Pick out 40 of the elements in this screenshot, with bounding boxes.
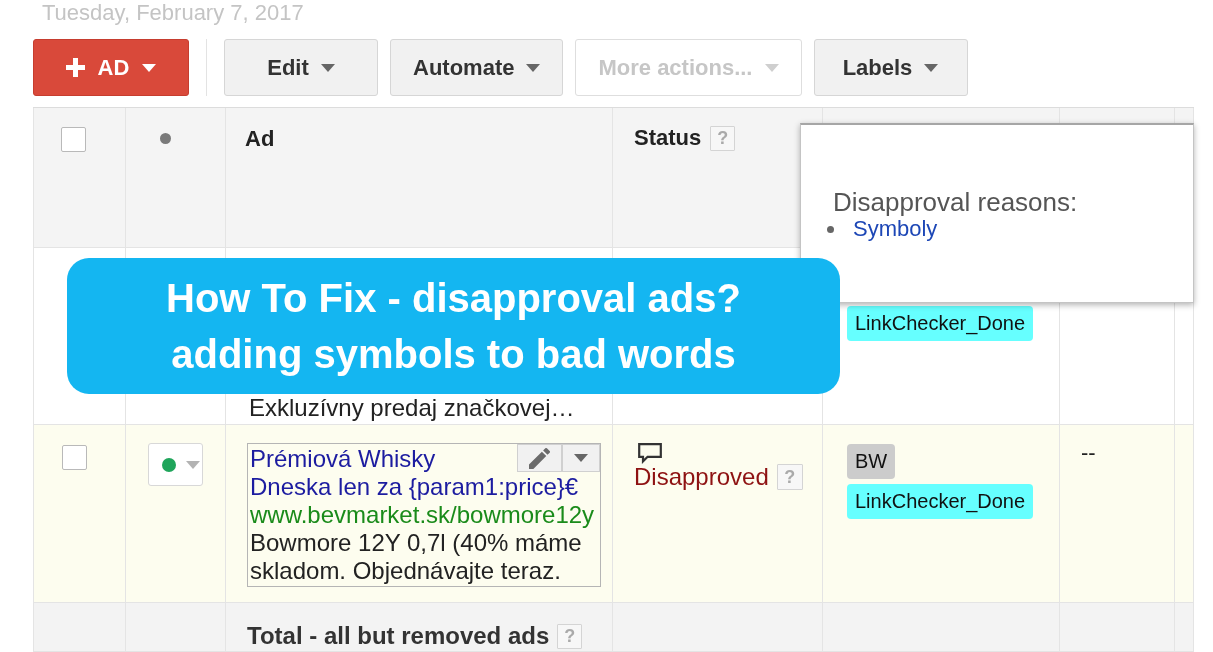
checkbox[interactable] — [61, 127, 86, 152]
caret-icon — [526, 63, 541, 72]
popup-heading: Disapproval reasons: — [833, 188, 1078, 216]
dot-icon — [160, 133, 171, 144]
table-cell — [1175, 603, 1194, 652]
bullet-icon — [827, 225, 834, 233]
total-label: Total - all but removed ads — [247, 622, 550, 650]
caret-icon — [574, 454, 588, 462]
add-button[interactable]: AD — [33, 39, 189, 96]
ad-description: Exkluzívny predaj značkovej… — [249, 396, 575, 420]
pencil-icon — [529, 447, 550, 469]
caret-icon — [186, 460, 200, 469]
ad-headline: Prémiová Whisky — [250, 445, 436, 473]
column-header[interactable]: Status — [634, 125, 702, 151]
banner-title: How To Fix - disapproval ads? — [166, 275, 741, 322]
label-tag: LinkChecker_Done — [847, 484, 1034, 519]
date-text: Tuesday, February 7, 2017 — [42, 0, 304, 25]
banner-title: adding symbols to bad words — [171, 331, 736, 378]
caret-icon — [320, 63, 335, 72]
label-tag: LinkChecker_Done — [847, 306, 1034, 341]
plus-icon — [65, 58, 85, 77]
dropdown-button[interactable]: Edit — [224, 39, 378, 96]
menu-button[interactable] — [562, 444, 600, 472]
caret-icon — [924, 63, 939, 72]
cell-text: -- — [1081, 440, 1096, 466]
column-header[interactable]: Ad — [245, 126, 275, 152]
status-text: Disapproved — [634, 464, 769, 490]
checkbox[interactable] — [62, 445, 87, 470]
reason-link[interactable]: Symboly — [853, 216, 938, 242]
caret-icon — [764, 63, 779, 72]
speech-bubble-icon — [638, 443, 662, 464]
dropdown-button[interactable]: Automate — [390, 39, 564, 96]
dropdown-button[interactable]: Labels — [813, 39, 968, 96]
ad-display-url: www.bevmarket.sk/bowmore12y — [250, 501, 595, 529]
status-dropdown[interactable] — [148, 443, 203, 486]
ad-headline: Dneska len za {param1:price}€ — [250, 473, 579, 501]
label-tag: BW — [847, 444, 896, 479]
ad-description: Bowmore 12Y 0,7l (40% máme skladom. Objednávajte teraz. — [250, 529, 583, 585]
edit-button[interactable] — [517, 444, 562, 472]
caret-icon — [142, 63, 157, 72]
